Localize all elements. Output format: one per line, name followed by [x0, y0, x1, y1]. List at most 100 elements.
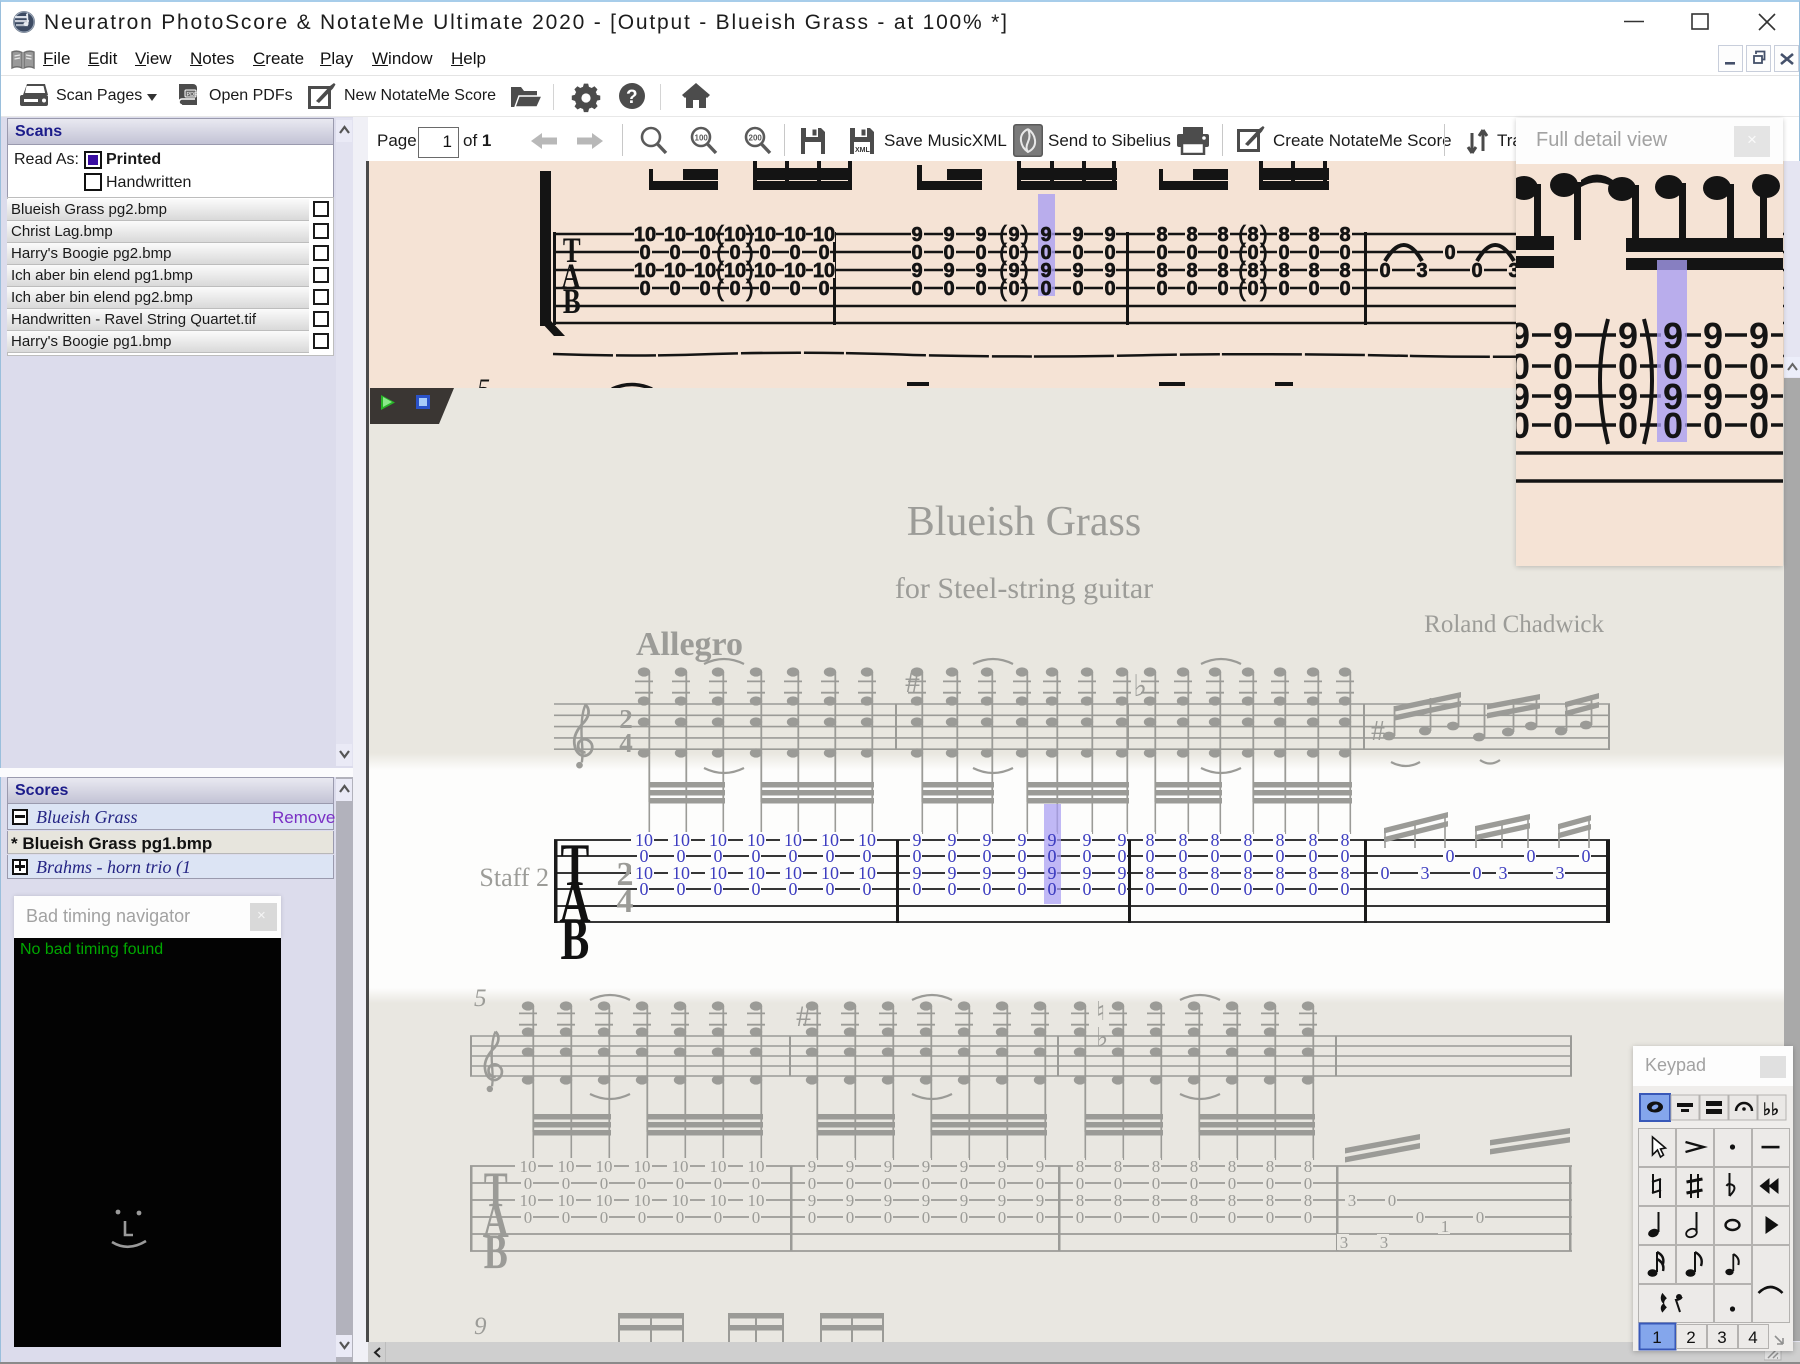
svg-text:0: 0	[1104, 278, 1115, 300]
svg-text:0: 0	[640, 879, 649, 899]
svg-text:Roland Chadwick: Roland Chadwick	[1424, 611, 1604, 638]
svg-text:0: 0	[1471, 260, 1482, 282]
svg-text:0: 0	[1083, 879, 1092, 899]
svg-text:0: 0	[789, 879, 798, 899]
svg-text:(: (	[716, 275, 724, 301]
svg-text:0: 0	[600, 1208, 609, 1227]
svg-text:0: 0	[1516, 405, 1530, 446]
svg-text:3: 3	[1421, 863, 1430, 883]
svg-text:0: 0	[1076, 1208, 1085, 1227]
svg-text:0: 0	[1339, 278, 1350, 300]
svg-text:0: 0	[1048, 879, 1057, 899]
svg-text:): )	[1260, 275, 1268, 301]
svg-text:0: 0	[524, 1208, 533, 1227]
svg-text:4: 4	[619, 728, 633, 758]
svg-text:3: 3	[1380, 1233, 1389, 1252]
svg-text:): )	[746, 275, 754, 301]
svg-text:0: 0	[1036, 1208, 1045, 1227]
svg-text:3: 3	[1416, 260, 1427, 282]
svg-text:B: B	[484, 1224, 508, 1279]
svg-text:♮: ♮	[1096, 997, 1105, 1026]
svg-text:0: 0	[818, 278, 829, 300]
svg-text:0: 0	[1152, 1208, 1161, 1227]
svg-text:?: ?	[626, 87, 638, 108]
svg-text:0: 0	[1476, 1208, 1485, 1227]
svg-text:0: 0	[789, 278, 800, 300]
svg-text:0: 0	[943, 278, 954, 300]
svg-text:0: 0	[960, 1208, 969, 1227]
svg-text:3: 3	[1340, 1233, 1349, 1252]
svg-text:100: 100	[695, 134, 709, 143]
svg-text:0: 0	[808, 1208, 817, 1227]
svg-text:0: 0	[983, 879, 992, 899]
svg-text:0: 0	[1553, 405, 1573, 446]
svg-text:PDF: PDF	[187, 92, 199, 98]
svg-text:5: 5	[477, 374, 490, 388]
svg-text:0: 0	[913, 879, 922, 899]
svg-text:0: 0	[1266, 1208, 1275, 1227]
svg-text:0: 0	[884, 1208, 893, 1227]
svg-text:0: 0	[714, 1208, 723, 1227]
svg-text:#: #	[1371, 716, 1385, 747]
svg-text:XML: XML	[855, 147, 871, 154]
svg-text:0: 0	[752, 879, 761, 899]
svg-text:0: 0	[752, 1208, 761, 1227]
svg-text:0: 0	[1018, 879, 1027, 899]
svg-text:0: 0	[639, 278, 650, 300]
svg-text:0: 0	[1446, 846, 1455, 866]
svg-text:0: 0	[1309, 879, 1318, 899]
svg-text:0: 0	[1072, 278, 1083, 300]
svg-text:0: 0	[1703, 405, 1723, 446]
svg-text:0: 0	[562, 1208, 571, 1227]
svg-text:0: 0	[638, 1208, 647, 1227]
svg-text:0: 0	[677, 879, 686, 899]
svg-text:9: 9	[474, 1313, 487, 1340]
svg-text:0: 0	[1146, 879, 1155, 899]
svg-text:1: 1	[1441, 1217, 1450, 1236]
svg-text:0: 0	[1217, 278, 1228, 300]
svg-text:0: 0	[948, 879, 957, 899]
svg-text:0: 0	[1582, 846, 1591, 866]
svg-text:0: 0	[1156, 278, 1167, 300]
svg-text:(: (	[1238, 275, 1246, 301]
svg-text:0: 0	[1008, 278, 1019, 300]
svg-text:Blueish Grass: Blueish Grass	[907, 499, 1142, 545]
svg-text:0: 0	[759, 278, 770, 300]
svg-text:0: 0	[1304, 1208, 1313, 1227]
svg-text:0: 0	[1473, 863, 1482, 883]
svg-text:0: 0	[1618, 405, 1638, 446]
svg-text:♭: ♭	[1096, 1023, 1108, 1052]
svg-text:0: 0	[669, 278, 680, 300]
svg-text:3: 3	[1556, 863, 1565, 883]
svg-text:0: 0	[1247, 278, 1258, 300]
svg-text:4: 4	[617, 883, 634, 920]
svg-text:(: (	[999, 275, 1007, 301]
svg-text:0: 0	[1118, 879, 1127, 899]
svg-text:2: 2	[1686, 1328, 1695, 1347]
svg-text:5: 5	[474, 985, 487, 1012]
svg-text:Allegro: Allegro	[636, 626, 743, 663]
svg-text:3: 3	[1499, 863, 1508, 883]
svg-text:Staff 2: Staff 2	[479, 863, 549, 892]
svg-text:0: 0	[1381, 863, 1390, 883]
svg-text:0: 0	[1749, 405, 1769, 446]
svg-text:0: 0	[1186, 278, 1197, 300]
svg-text:0: 0	[1244, 879, 1253, 899]
svg-text:0: 0	[911, 278, 922, 300]
svg-text:B: B	[561, 906, 590, 973]
svg-text:0: 0	[1040, 278, 1051, 300]
svg-text:0: 0	[1388, 1191, 1397, 1210]
svg-text:0: 0	[1663, 405, 1683, 446]
svg-text:0: 0	[975, 278, 986, 300]
svg-text:#: #	[905, 666, 920, 699]
svg-text:0: 0	[714, 879, 723, 899]
svg-text:): )	[1021, 275, 1029, 301]
svg-text:♭: ♭	[1133, 670, 1147, 703]
svg-text:0: 0	[846, 1208, 855, 1227]
svg-text:0: 0	[1379, 260, 1390, 282]
svg-text:0: 0	[1211, 879, 1220, 899]
svg-text:#: #	[796, 1000, 811, 1033]
svg-text:200: 200	[749, 134, 763, 143]
svg-text:0: 0	[699, 278, 710, 300]
svg-text:4: 4	[1748, 1328, 1757, 1347]
